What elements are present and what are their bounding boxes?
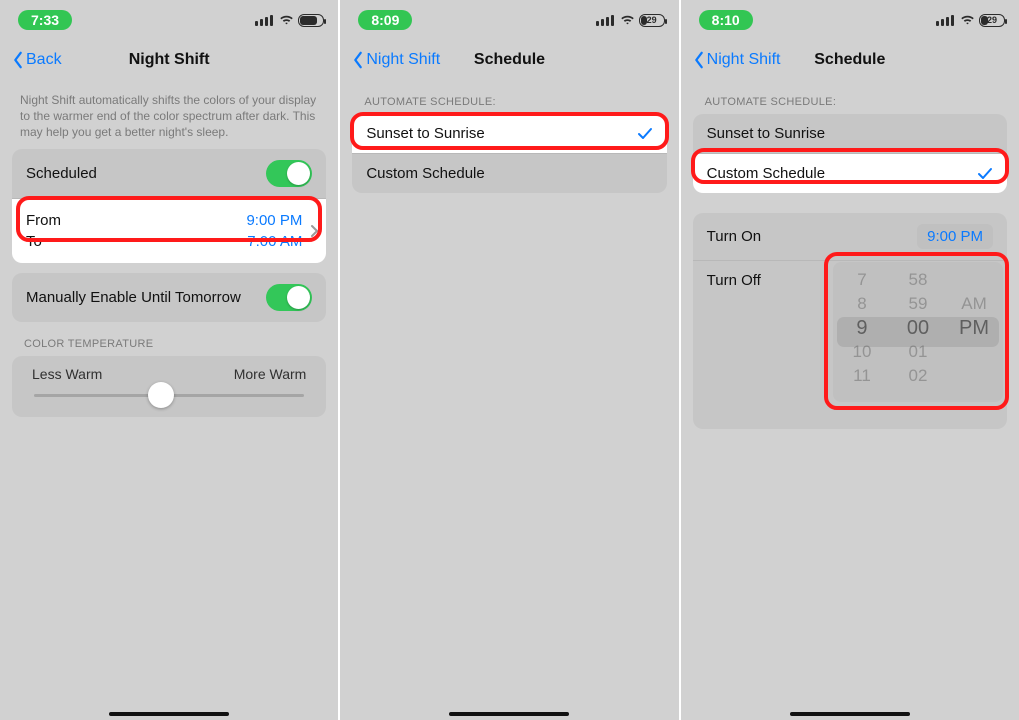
scheduled-toggle[interactable]: [266, 160, 312, 187]
back-button[interactable]: Night Shift: [693, 51, 781, 69]
cell-signal-icon: [596, 15, 614, 26]
wifi-icon: [960, 14, 975, 26]
status-icons: [255, 14, 324, 27]
more-warm-label: More Warm: [234, 366, 307, 382]
automate-options-group: Sunset to Sunrise Custom Schedule: [693, 114, 1007, 193]
scheduled-label: Scheduled: [26, 165, 97, 182]
option-sunset-sunrise[interactable]: Sunset to Sunrise: [352, 114, 666, 153]
from-label: From: [26, 212, 61, 229]
automate-header: AUTOMATE SCHEDULE:: [340, 80, 678, 114]
battery-icon: [298, 14, 324, 27]
screen-night-shift: 7:33 Back Night Shift Night Shift automa…: [0, 0, 340, 720]
color-temp-header: COLOR TEMPERATURE: [0, 322, 338, 356]
home-indicator[interactable]: [790, 712, 910, 716]
manual-enable-row[interactable]: Manually Enable Until Tomorrow: [12, 273, 326, 322]
back-label: Back: [26, 51, 62, 69]
wifi-icon: [620, 14, 635, 26]
back-button[interactable]: Night Shift: [352, 51, 440, 69]
description-text: Night Shift automatically shifts the col…: [0, 80, 338, 149]
cell-signal-icon: [936, 15, 954, 26]
status-bar: 8:10 29: [681, 0, 1019, 40]
status-time-pill: 8:10: [699, 10, 753, 30]
chevron-left-icon: [352, 51, 364, 69]
manual-group: Manually Enable Until Tomorrow: [12, 273, 326, 322]
status-time-pill: 8:09: [358, 10, 412, 30]
scheduled-row[interactable]: Scheduled: [12, 149, 326, 198]
slider-knob[interactable]: [148, 382, 174, 408]
nav-bar: Night Shift Schedule: [681, 40, 1019, 80]
chevron-left-icon: [693, 51, 705, 69]
back-label: Night Shift: [366, 51, 440, 69]
less-warm-label: Less Warm: [32, 366, 102, 382]
back-label: Night Shift: [707, 51, 781, 69]
battery-icon: 29: [979, 14, 1005, 27]
wifi-icon: [279, 14, 294, 26]
status-time-pill: 7:33: [18, 10, 72, 30]
battery-icon: 29: [639, 14, 665, 27]
option-label: Sunset to Sunrise: [707, 125, 825, 142]
option-label: Sunset to Sunrise: [366, 125, 484, 142]
turn-on-row[interactable]: Turn On 9:00 PM: [693, 213, 1007, 260]
to-label: To: [26, 233, 42, 250]
chevron-right-icon: [310, 224, 318, 238]
nav-bar: Night Shift Schedule: [340, 40, 678, 80]
time-picker[interactable]: 7 8 9 10 11 58 59 00 01 02 AM PM: [833, 262, 1003, 402]
from-time: 9:00 PM: [246, 212, 302, 229]
home-indicator[interactable]: [109, 712, 229, 716]
screen-schedule-custom: 8:10 29 Night Shift Schedule AUTOMATE SC…: [681, 0, 1019, 720]
option-label: Custom Schedule: [366, 165, 484, 182]
scheduled-group: Scheduled From 9:00 PM To 7:00 AM: [12, 149, 326, 263]
status-icons: 29: [936, 14, 1005, 27]
manual-toggle[interactable]: [266, 284, 312, 311]
turn-on-label: Turn On: [707, 228, 761, 245]
back-button[interactable]: Back: [12, 51, 62, 69]
nav-bar: Back Night Shift: [0, 40, 338, 80]
chevron-left-icon: [12, 51, 24, 69]
home-indicator[interactable]: [449, 712, 569, 716]
option-sunset-sunrise[interactable]: Sunset to Sunrise: [693, 114, 1007, 153]
option-label: Custom Schedule: [707, 165, 825, 182]
cell-signal-icon: [255, 15, 273, 26]
color-temp-slider[interactable]: [34, 394, 304, 397]
status-icons: 29: [596, 14, 665, 27]
checkmark-icon: [637, 127, 653, 141]
turn-off-label: Turn Off: [707, 272, 761, 289]
option-custom-schedule[interactable]: Custom Schedule: [693, 153, 1007, 193]
manual-label: Manually Enable Until Tomorrow: [26, 289, 241, 306]
screen-schedule-sunset: 8:09 29 Night Shift Schedule AUTOMATE SC…: [340, 0, 680, 720]
color-temp-slider-row: Less Warm More Warm: [12, 356, 326, 417]
automate-header: AUTOMATE SCHEDULE:: [681, 80, 1019, 114]
checkmark-icon: [977, 167, 993, 181]
status-bar: 8:09 29: [340, 0, 678, 40]
to-time: 7:00 AM: [247, 233, 302, 250]
status-bar: 7:33: [0, 0, 338, 40]
option-custom-schedule[interactable]: Custom Schedule: [352, 153, 666, 193]
turn-on-time[interactable]: 9:00 PM: [917, 224, 993, 249]
automate-options-group: Sunset to Sunrise Custom Schedule: [352, 114, 666, 193]
schedule-time-row[interactable]: From 9:00 PM To 7:00 AM: [12, 198, 326, 263]
